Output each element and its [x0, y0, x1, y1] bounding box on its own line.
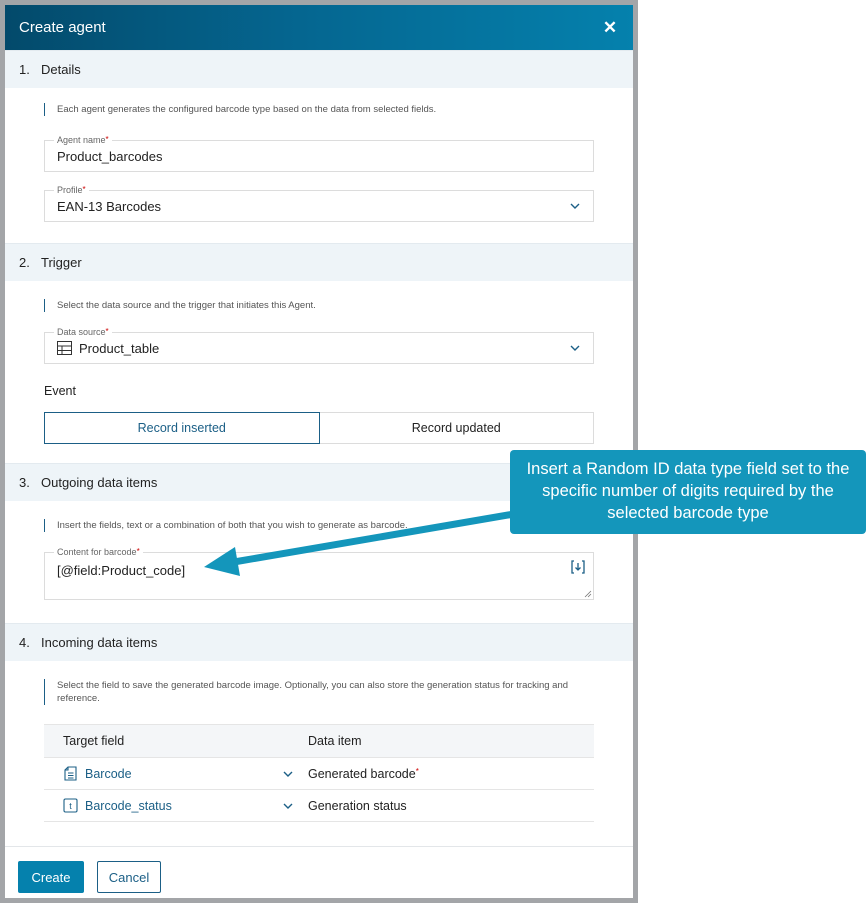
chevron-down-icon[interactable] — [569, 200, 581, 212]
create-button[interactable]: Create — [18, 861, 84, 893]
incoming-hint: Select the field to save the generated b… — [44, 679, 588, 705]
profile-label: Profile* — [54, 184, 89, 196]
agent-name-value: Product_barcodes — [57, 148, 163, 164]
content-label: Content for barcode* — [54, 546, 143, 558]
table-icon — [57, 341, 72, 355]
trigger-hint: Select the data source and the trigger t… — [44, 299, 316, 312]
data-item-value: Generated barcode — [308, 766, 416, 781]
section-number: 2. — [19, 255, 30, 270]
hint-text: Each agent generates the configured barc… — [57, 104, 437, 115]
target-field-select[interactable]: t Barcode_status — [63, 798, 172, 813]
section-incoming-body: Select the field to save the generated b… — [5, 661, 633, 841]
table-row: t Barcode_status Generation status — [44, 789, 594, 822]
event-segmented-control: Record inserted Record updated — [44, 412, 594, 444]
section-trigger-body: Select the data source and the trigger t… — [5, 281, 633, 463]
hint-text: Select the data source and the trigger t… — [57, 300, 316, 311]
column-header-data-item: Data item — [308, 724, 594, 758]
section-incoming-header: 4. Incoming data items — [5, 623, 633, 661]
section-title: Outgoing data items — [41, 475, 158, 490]
file-field-icon — [64, 766, 77, 781]
text-field-icon: t — [63, 798, 78, 813]
target-field-value: Barcode — [85, 766, 132, 781]
annotation-text: Insert a Random ID data type field set t… — [526, 460, 850, 522]
required-marker: * — [415, 766, 419, 776]
svg-text:t: t — [69, 801, 72, 811]
chevron-down-icon[interactable] — [569, 342, 581, 354]
section-title: Incoming data items — [41, 635, 158, 650]
data-source-value: Product_table — [79, 340, 160, 356]
data-source-select[interactable]: Data source* Product_table — [44, 326, 594, 364]
section-details-header: 1. Details — [5, 50, 633, 88]
profile-select[interactable]: Profile* EAN-13 Barcodes — [44, 184, 594, 222]
hint-text: Select the field to save the generated b… — [57, 680, 569, 704]
annotation-callout: Insert a Random ID data type field set t… — [510, 450, 866, 534]
table-row: Barcode Generated barcode* — [44, 757, 594, 790]
section-number: 1. — [19, 62, 30, 77]
outgoing-hint: Insert the fields, text or a combination… — [44, 519, 408, 532]
content-value: [@field:Product_code] — [57, 563, 186, 578]
section-number: 4. — [19, 635, 30, 650]
content-for-barcode-textarea[interactable]: Content for barcode* [@field:Product_cod… — [44, 546, 594, 600]
column-header-target-field: Target field — [44, 724, 308, 758]
event-record-updated[interactable]: Record updated — [319, 412, 594, 444]
cancel-button[interactable]: Cancel — [97, 861, 161, 893]
target-field-value: Barcode_status — [85, 798, 172, 813]
agent-name-label: Agent name* — [54, 134, 112, 146]
dialog-header: Create agent ✕ — [5, 5, 633, 50]
field-mapping-table: Target field Data item Barcode Generated… — [44, 724, 594, 822]
hint-text: Insert the fields, text or a combination… — [57, 520, 408, 531]
section-details-body: Each agent generates the configured barc… — [5, 88, 633, 243]
event-label: Event — [44, 384, 76, 398]
target-field-select[interactable]: Barcode — [63, 766, 132, 781]
dialog-footer: Create Cancel — [5, 846, 633, 898]
dialog-title: Create agent — [19, 19, 106, 36]
section-title: Trigger — [41, 255, 82, 270]
section-number: 3. — [19, 475, 30, 490]
data-source-label: Data source* — [54, 326, 112, 338]
chevron-down-icon[interactable] — [282, 768, 294, 780]
data-item-value: Generation status — [308, 798, 407, 813]
table-header-row: Target field Data item — [44, 724, 594, 758]
section-trigger-header: 2. Trigger — [5, 243, 633, 281]
section-title: Details — [41, 62, 81, 77]
chevron-down-icon[interactable] — [282, 800, 294, 812]
close-icon[interactable]: ✕ — [601, 18, 619, 38]
agent-name-input[interactable]: Agent name* Product_barcodes — [44, 134, 594, 172]
resize-handle-icon[interactable] — [584, 590, 592, 598]
event-record-inserted[interactable]: Record inserted — [44, 412, 320, 444]
profile-value: EAN-13 Barcodes — [57, 198, 162, 214]
details-hint: Each agent generates the configured barc… — [44, 103, 436, 116]
insert-field-icon[interactable] — [571, 560, 585, 574]
